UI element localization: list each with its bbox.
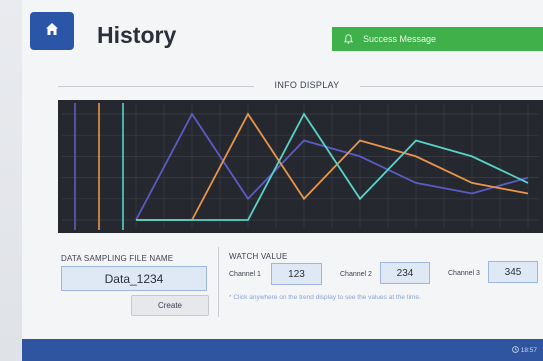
clock-icon (511, 346, 519, 355)
sampling-label: DATA SAMPLING FILE NAME (61, 254, 174, 263)
watch-value-label: WATCH VALUE (229, 252, 288, 261)
channel-1-label: Channel 1 (229, 271, 261, 278)
channel-3-value: 345 (488, 261, 538, 283)
clock-time: 18:57 (520, 347, 537, 354)
channel-1-value: 123 (271, 263, 322, 285)
trend-chart-plot[interactable] (58, 100, 543, 233)
trend-chart[interactable] (58, 100, 543, 233)
section-divider-left (58, 86, 254, 87)
home-button[interactable] (30, 12, 74, 50)
filename-field[interactable]: Data_1234 (61, 266, 207, 291)
footer-bar: 18:57 (22, 339, 543, 361)
section-divider-right (360, 86, 543, 87)
success-toast: Success Message (332, 27, 543, 51)
channel-2-value: 234 (380, 262, 430, 284)
create-button[interactable]: Create (131, 295, 209, 316)
trend-hint: * Click anywhere on the trend display to… (229, 294, 421, 301)
home-icon (45, 22, 59, 41)
toast-message: Success Message (363, 34, 437, 44)
channel-3-label: Channel 3 (448, 270, 480, 277)
channel-2-label: Channel 2 (340, 271, 372, 278)
page-title: History (97, 22, 177, 48)
bell-icon (344, 34, 353, 44)
clock: 18:57 (511, 346, 537, 355)
lower-divider (218, 247, 219, 317)
section-title: INFO DISPLAY (274, 80, 340, 90)
